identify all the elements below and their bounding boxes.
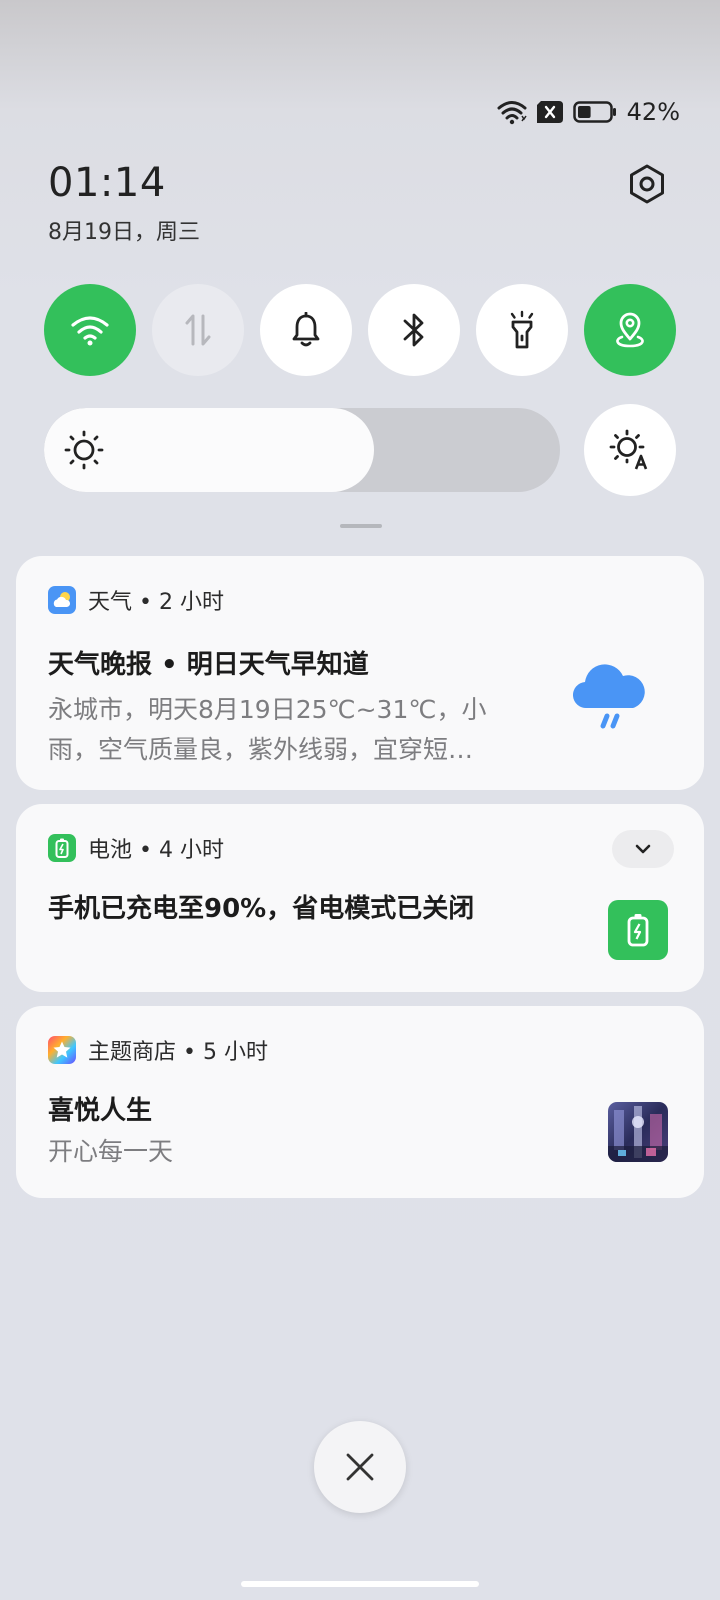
sun-cloud-icon <box>53 592 71 607</box>
quick-settings <box>44 284 676 376</box>
notification-app-label: 电池 • 4 小时 <box>88 838 224 863</box>
no-sim-icon <box>536 101 563 123</box>
wifi-status-icon <box>497 101 527 125</box>
home-indicator[interactable] <box>241 1581 479 1587</box>
settings-hexagon-icon <box>630 164 664 204</box>
drag-handle[interactable] <box>340 524 382 528</box>
bluetooth-icon <box>403 313 424 347</box>
status-bar: 42% <box>497 96 680 128</box>
theme-store-notification[interactable]: 主题商店 • 5 小时 喜悦人生 开心每一天 <box>16 1006 704 1198</box>
settings-button[interactable] <box>626 163 668 205</box>
auto-brightness-button[interactable] <box>584 404 676 496</box>
brightness-slider[interactable] <box>44 408 560 492</box>
notification-body: 开心每一天 <box>48 1137 174 1166</box>
clear-all-button[interactable] <box>314 1421 406 1513</box>
notification-title: 喜悦人生 <box>48 1096 153 1126</box>
mobile-data-icon <box>185 314 211 346</box>
notification-header: 天气 • 2 小时 <box>48 584 224 616</box>
bluetooth-toggle[interactable] <box>368 284 460 376</box>
battery-percent: 42% <box>626 98 680 126</box>
sun-icon <box>64 430 104 470</box>
star-icon <box>53 1041 71 1058</box>
location-toggle[interactable] <box>584 284 676 376</box>
expand-button[interactable] <box>612 830 674 868</box>
rain-cloud-icon <box>573 664 645 729</box>
ring-toggle[interactable] <box>260 284 352 376</box>
notification-body: 永城市，明天8月19日25℃~31℃，小雨，空气质量良，紫外线弱，宜穿短… <box>48 695 487 764</box>
weather-notification[interactable]: 天气 • 2 小时 天气晚报 • 明日天气早知道 永城市，明天8月19日25℃~… <box>16 556 704 790</box>
battery-app-icon <box>48 834 76 862</box>
notification-title: 天气晚报 • 明日天气早知道 <box>48 650 369 680</box>
flashlight-toggle[interactable] <box>476 284 568 376</box>
bell-icon <box>292 312 320 347</box>
theme-store-app-icon <box>48 1036 76 1064</box>
battery-notification[interactable]: 电池 • 4 小时 手机已充电至90%，省电模式已关闭 <box>16 804 704 992</box>
battery-large-icon <box>608 900 668 960</box>
date-label: 8月19日，周三 <box>48 220 200 245</box>
flashlight-icon <box>510 310 534 349</box>
wifi-icon <box>71 316 109 346</box>
chevron-down-icon <box>635 844 651 854</box>
notification-app-label: 天气 • 2 小时 <box>88 590 224 615</box>
auto-brightness-icon <box>609 429 648 470</box>
weather-app-icon <box>48 586 76 614</box>
close-icon <box>346 1453 374 1481</box>
charging-battery-icon <box>627 914 649 947</box>
charging-battery-icon <box>55 838 69 858</box>
mobile-data-toggle[interactable] <box>152 284 244 376</box>
wifi-toggle[interactable] <box>44 284 136 376</box>
notification-header: 主题商店 • 5 小时 <box>48 1034 268 1066</box>
notification-header: 电池 • 4 小时 <box>48 832 224 864</box>
clock-time: 01:14 <box>48 160 166 206</box>
notification-app-label: 主题商店 • 5 小时 <box>88 1040 268 1065</box>
location-icon <box>616 312 644 348</box>
notification-title: 手机已充电至90%，省电模式已关闭 <box>48 894 475 924</box>
theme-thumbnail-image <box>608 1102 668 1162</box>
battery-icon <box>572 101 616 123</box>
